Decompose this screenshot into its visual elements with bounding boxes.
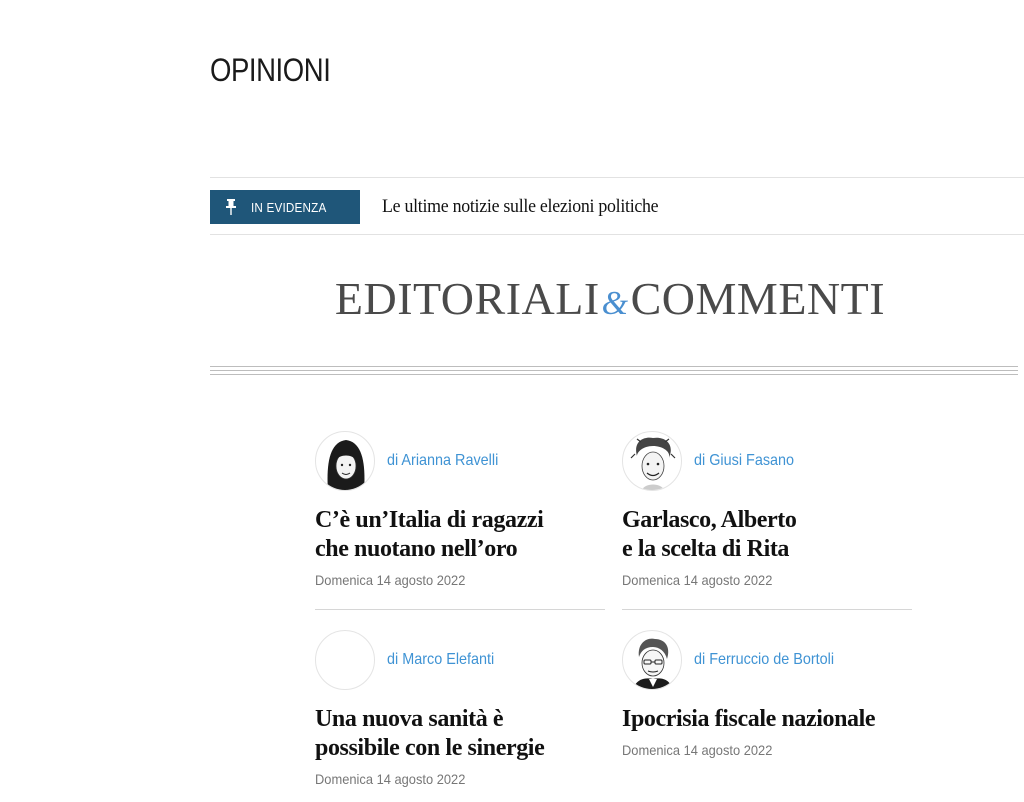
banner-rules [210, 366, 1018, 380]
author-name[interactable]: di Arianna Ravelli [387, 452, 498, 470]
article-headline[interactable]: C’è un’Italia di ragazzi che nuotano nel… [315, 506, 605, 564]
author-name[interactable]: di Ferruccio de Bortoli [694, 651, 834, 669]
article-headline[interactable]: Garlasco, Alberto e la scelta di Rita [622, 506, 912, 564]
author-portrait-icon[interactable] [315, 431, 375, 491]
banner-part1: EDITORIALI [334, 273, 600, 324]
article-headline[interactable]: Una nuova sanità è possibile con le sine… [315, 705, 605, 763]
section-title[interactable]: OPINIONI [210, 52, 331, 89]
evidenza-badge[interactable]: IN EVIDENZA [210, 190, 360, 224]
author-name[interactable]: di Marco Elefanti [387, 651, 494, 669]
card-divider [315, 609, 605, 610]
empty-avatar-icon[interactable] [315, 630, 375, 690]
article-card: di Ferruccio de Bortoli Ipocrisia fiscal… [622, 629, 912, 769]
article-card: di Marco Elefanti Una nuova sanità è pos… [315, 629, 605, 799]
banner-ampersand: & [601, 285, 629, 322]
editoriali-commenti-banner[interactable]: EDITORIALI&COMMENTI [210, 272, 1010, 325]
author-row[interactable]: di Giusi Fasano [622, 430, 912, 492]
article-card: di Giusi Fasano Garlasco, Alberto e la s… [622, 430, 912, 610]
author-row[interactable]: di Marco Elefanti [315, 629, 605, 691]
card-divider [622, 609, 912, 610]
evidenza-bar: IN EVIDENZA Le ultime notizie sulle elez… [210, 177, 1024, 235]
author-portrait-icon[interactable] [622, 431, 682, 491]
evidenza-badge-label: IN EVIDENZA [251, 199, 327, 215]
author-name[interactable]: di Giusi Fasano [694, 452, 794, 470]
evidenza-link[interactable]: Le ultime notizie sulle elezioni politic… [382, 196, 659, 218]
article-date: Domenica 14 agosto 2022 [315, 771, 466, 787]
article-date: Domenica 14 agosto 2022 [315, 572, 466, 588]
banner-part2: COMMENTI [630, 273, 886, 324]
author-row[interactable]: di Ferruccio de Bortoli [622, 629, 912, 691]
article-headline[interactable]: Ipocrisia fiscale nazionale [622, 705, 912, 734]
article-card: di Arianna Ravelli C’è un’Italia di raga… [315, 430, 605, 610]
author-portrait-icon[interactable] [622, 630, 682, 690]
author-row[interactable]: di Arianna Ravelli [315, 430, 605, 492]
article-date: Domenica 14 agosto 2022 [622, 742, 773, 758]
article-date: Domenica 14 agosto 2022 [622, 572, 773, 588]
pin-icon [224, 199, 238, 215]
